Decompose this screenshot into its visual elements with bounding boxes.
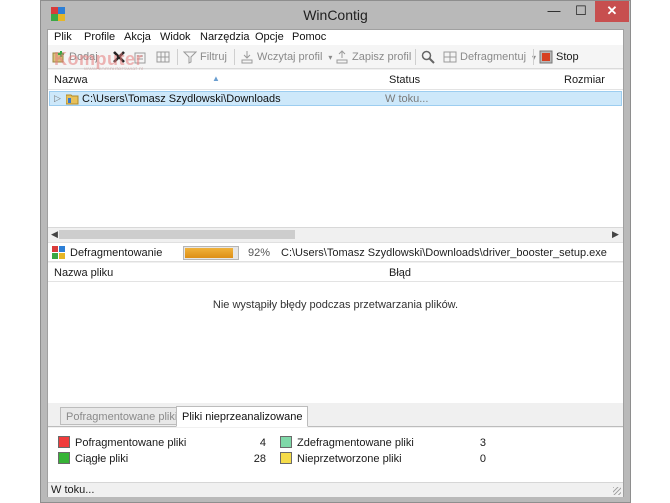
grid-icon bbox=[156, 51, 170, 63]
maximize-button[interactable]: ☐ bbox=[568, 1, 594, 22]
status-text: W toku... bbox=[51, 484, 95, 496]
legend-panel: Pofragmentowane pliki 4 Zdefragmentowane… bbox=[48, 428, 623, 482]
legend-label: Ciągłe pliki bbox=[75, 453, 129, 465]
table-row[interactable]: ▷ C:\Users\Tomasz Szydlowski\Downloads W… bbox=[49, 91, 622, 106]
close-button[interactable]: ✕ bbox=[595, 1, 629, 22]
filter-icon bbox=[183, 51, 197, 64]
scroll-left-icon[interactable]: ◀ bbox=[51, 229, 58, 240]
scrollbar-thumb[interactable] bbox=[59, 230, 295, 239]
row-status: W toku... bbox=[385, 93, 429, 105]
legend-label: Pofragmentowane pliki bbox=[75, 437, 187, 449]
load-profile-label: Wczytaj profil bbox=[257, 51, 323, 63]
save-profile-label: Zapisz profil bbox=[352, 51, 412, 63]
sort-ascending-icon: ▲ bbox=[212, 74, 220, 83]
grid-button[interactable] bbox=[156, 49, 173, 65]
defragment-button-label: Defragmentuj bbox=[460, 51, 527, 63]
progress-bar bbox=[183, 246, 239, 260]
column-header-status[interactable]: Status bbox=[389, 74, 420, 86]
client-area: Plik Profile Akcja Widok Narzędzia Opcje… bbox=[47, 29, 624, 497]
legend-swatch bbox=[58, 436, 70, 448]
menu-pomoc[interactable]: Pomoc bbox=[292, 31, 326, 43]
status-bar: W toku... bbox=[48, 482, 623, 497]
legend-value: 4 bbox=[259, 437, 266, 449]
title-bar[interactable]: WinContig — ☐ ✕ bbox=[41, 1, 630, 29]
column-header-name[interactable]: Nazwa bbox=[54, 74, 88, 86]
legend-label: Zdefragmentowane pliki bbox=[297, 437, 414, 449]
tab-unanalyzed-files[interactable]: Pliki nieprzeanalizowane bbox=[176, 406, 309, 427]
menu-bar: Plik Profile Akcja Widok Narzędzia Opcje… bbox=[48, 30, 623, 45]
horizontal-scrollbar[interactable]: ◀ ▶ bbox=[48, 228, 623, 241]
menu-profile[interactable]: Profile bbox=[84, 31, 115, 43]
scroll-right-icon[interactable]: ▶ bbox=[612, 229, 619, 240]
toolbar: Dodaj Filtruj Wczytaj profil ▾ Zapisz pr… bbox=[48, 45, 623, 73]
save-profile-button[interactable]: Zapisz profil bbox=[335, 49, 411, 65]
stop-icon bbox=[539, 50, 553, 64]
legend-value: 28 bbox=[253, 453, 266, 465]
save-profile-icon bbox=[336, 50, 348, 64]
column-header-error[interactable]: Błąd bbox=[389, 267, 411, 279]
legend-swatch bbox=[280, 452, 292, 464]
toolbar-separator bbox=[533, 49, 534, 65]
menu-widok[interactable]: Widok bbox=[160, 31, 191, 43]
tab-strip: Pofragmentowane pliki Pliki nieprzeanali… bbox=[48, 403, 623, 427]
folder-icon bbox=[65, 93, 79, 108]
analyze-button[interactable] bbox=[421, 49, 438, 65]
menu-narzedzia[interactable]: Narzędzia bbox=[200, 31, 250, 43]
filter-button[interactable]: Filtruj bbox=[183, 49, 227, 65]
defragment-icon bbox=[443, 51, 457, 63]
progress-bar-fill bbox=[185, 248, 233, 258]
current-file-path: C:\Users\Tomasz Szydlowski\Downloads\dri… bbox=[281, 247, 607, 259]
row-path: C:\Users\Tomasz Szydlowski\Downloads bbox=[82, 93, 281, 105]
errors-list[interactable]: Nazwa pliku Błąd Nie wystąpiły błędy pod… bbox=[48, 263, 623, 403]
progress-label: Defragmentowanie bbox=[70, 247, 163, 259]
menu-opcje[interactable]: Opcje bbox=[255, 31, 284, 43]
app-window: WinContig — ☐ ✕ Plik Profile Akcja Widok… bbox=[40, 0, 631, 503]
toolbar-separator bbox=[234, 49, 235, 65]
legend-swatch bbox=[280, 436, 292, 448]
filter-button-label: Filtruj bbox=[200, 51, 227, 63]
load-profile-icon bbox=[241, 51, 253, 64]
defragment-button[interactable]: Defragmentuj ▾ bbox=[443, 49, 536, 65]
progress-percent: 92% bbox=[248, 247, 271, 259]
menu-akcja[interactable]: Akcja bbox=[124, 31, 151, 43]
toolbar-separator bbox=[177, 49, 178, 65]
legend-label: Nieprzetworzone pliki bbox=[297, 453, 402, 465]
load-profile-dropdown-icon[interactable]: ▾ bbox=[328, 53, 332, 62]
resize-grip-icon[interactable] bbox=[613, 487, 621, 495]
tab-fragmented-files[interactable]: Pofragmentowane pliki bbox=[60, 407, 184, 425]
column-header-size[interactable]: Rozmiar bbox=[564, 74, 605, 86]
toolbar-separator bbox=[415, 49, 416, 65]
stop-button[interactable]: Stop bbox=[539, 49, 579, 65]
progress-row: Defragmentowanie 92% C:\Users\Tomasz Szy… bbox=[48, 242, 623, 262]
legend-value: 3 bbox=[479, 437, 486, 449]
analyze-icon bbox=[421, 50, 435, 64]
column-header-file-name[interactable]: Nazwa pliku bbox=[54, 267, 113, 279]
stop-button-label: Stop bbox=[556, 51, 579, 63]
load-profile-button[interactable]: Wczytaj profil ▾ bbox=[240, 49, 332, 65]
defrag-progress-icon bbox=[52, 246, 65, 262]
empty-errors-message: Nie wystąpiły błędy podczas przetwarzani… bbox=[212, 299, 459, 311]
legend-value: 0 bbox=[479, 453, 486, 465]
targets-header: ▲ Nazwa Status Rozmiar bbox=[48, 70, 623, 90]
legend-swatch bbox=[58, 452, 70, 464]
expand-arrow-icon[interactable]: ▷ bbox=[54, 93, 61, 104]
errors-header: Nazwa pliku Błąd bbox=[48, 263, 623, 282]
minimize-button[interactable]: — bbox=[541, 1, 567, 22]
targets-list[interactable]: ▲ Nazwa Status Rozmiar ▷ C:\Users\Tomasz… bbox=[48, 70, 623, 228]
menu-plik[interactable]: Plik bbox=[54, 31, 72, 43]
